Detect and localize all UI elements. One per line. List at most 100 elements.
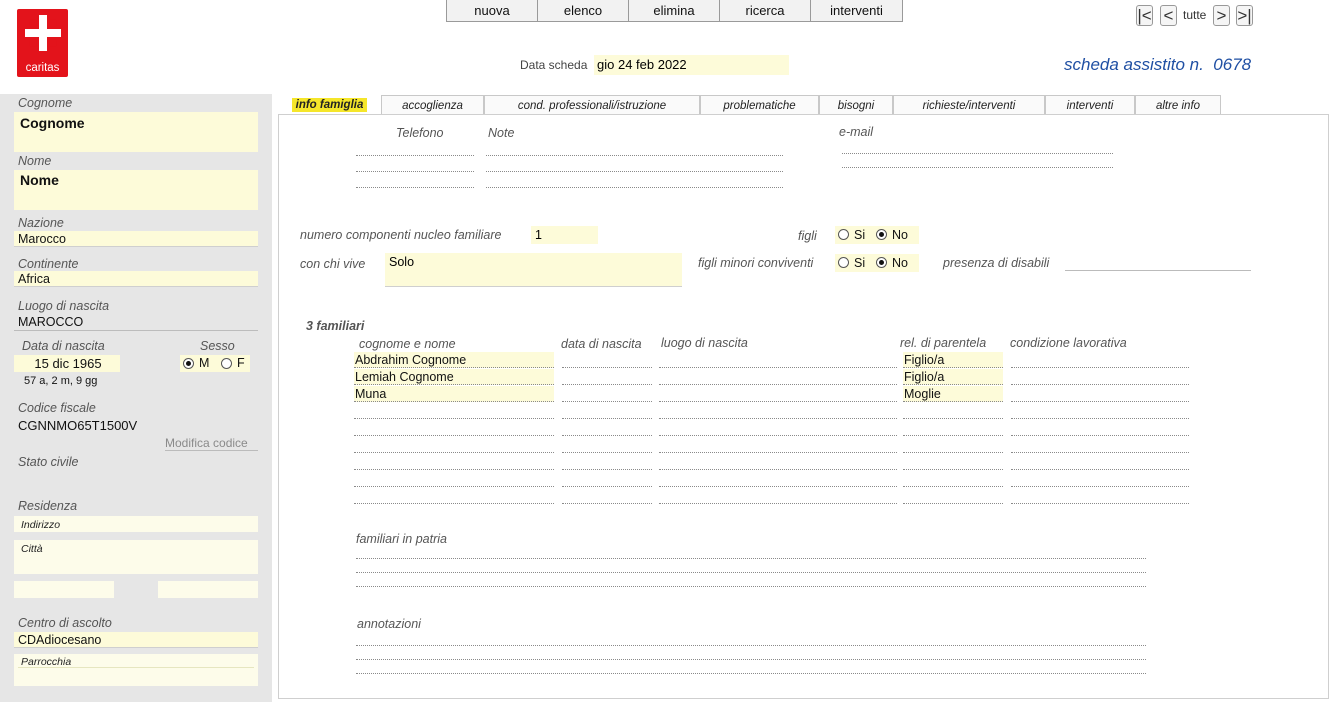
centro-ascolto-field[interactable]: CDAdiocesano — [14, 632, 258, 648]
familiare-luogo-nascita-cell[interactable] — [659, 403, 897, 419]
sesso-m-radio[interactable] — [183, 358, 194, 369]
familiare-data-nascita-cell[interactable] — [562, 488, 652, 504]
elimina-button[interactable]: elimina — [629, 0, 720, 21]
luogo-nascita-field[interactable]: MAROCCO — [14, 314, 258, 331]
disabili-field[interactable] — [1065, 270, 1251, 271]
familiare-condizione-lavorativa-cell[interactable] — [1011, 437, 1189, 453]
tab-altre-info[interactable]: altre info — [1135, 95, 1221, 115]
familiare-data-nascita-cell[interactable] — [562, 352, 652, 368]
tab-richieste-interventi[interactable]: richieste/interventi — [893, 95, 1045, 115]
figli-minori-no-radio[interactable] — [876, 257, 887, 268]
familiare-condizione-lavorativa-cell[interactable] — [1011, 420, 1189, 436]
sesso-f-radio[interactable] — [221, 358, 232, 369]
num-componenti-field[interactable]: 1 — [531, 226, 598, 244]
prev-record-button[interactable]: < — [1160, 5, 1177, 26]
note-field-3[interactable] — [486, 187, 783, 188]
codice-fiscale-field[interactable]: CGNNMO65T1500V — [18, 418, 137, 433]
last-record-button[interactable]: >| — [1236, 5, 1253, 26]
provincia-field[interactable] — [158, 581, 258, 598]
familiare-cognome-nome-cell[interactable] — [354, 403, 554, 419]
familiare-cognome-nome-cell[interactable]: Abdrahim Cognome — [354, 352, 554, 368]
familiare-cognome-nome-cell[interactable] — [354, 420, 554, 436]
email-field-2[interactable] — [842, 167, 1113, 168]
familiare-data-nascita-cell[interactable] — [562, 369, 652, 385]
familiare-data-nascita-cell[interactable] — [562, 403, 652, 419]
tab-cond-professionali[interactable]: cond. professionali/istruzione — [484, 95, 700, 115]
familiare-data-nascita-cell[interactable] — [562, 386, 652, 402]
familiare-rel-parentela-cell[interactable] — [903, 471, 1003, 487]
elenco-button[interactable]: elenco — [538, 0, 629, 21]
familiare-condizione-lavorativa-cell[interactable] — [1011, 386, 1189, 402]
nazione-field[interactable]: Marocco — [14, 231, 258, 247]
annotazioni-field-3[interactable] — [356, 673, 1146, 674]
ricerca-button[interactable]: ricerca — [720, 0, 811, 21]
familiare-luogo-nascita-cell[interactable] — [659, 352, 897, 368]
familiare-data-nascita-cell[interactable] — [562, 454, 652, 470]
familiare-rel-parentela-cell[interactable] — [903, 488, 1003, 504]
annotazioni-field-1[interactable] — [356, 645, 1146, 646]
note-field-1[interactable] — [486, 155, 783, 156]
telefono-field-3[interactable] — [356, 187, 474, 188]
tab-interventi[interactable]: interventi — [1045, 95, 1135, 115]
figli-no-radio[interactable] — [876, 229, 887, 240]
familiare-data-nascita-cell[interactable] — [562, 437, 652, 453]
familiare-cognome-nome-cell[interactable] — [354, 454, 554, 470]
familiare-data-nascita-cell[interactable] — [562, 471, 652, 487]
citta-field[interactable]: Città — [21, 543, 43, 555]
familiare-condizione-lavorativa-cell[interactable] — [1011, 403, 1189, 419]
familiare-condizione-lavorativa-cell[interactable] — [1011, 454, 1189, 470]
date-field[interactable]: gio 24 feb 2022 — [594, 55, 789, 75]
tab-bisogni[interactable]: bisogni — [819, 95, 893, 115]
familiari-patria-field-3[interactable] — [356, 586, 1146, 587]
email-field-1[interactable] — [842, 153, 1113, 154]
familiare-rel-parentela-cell[interactable] — [903, 437, 1003, 453]
familiare-rel-parentela-cell[interactable]: Figlio/a — [903, 352, 1003, 368]
modifica-codice-link[interactable]: Modifica codice — [165, 436, 258, 451]
familiare-luogo-nascita-cell[interactable] — [659, 437, 897, 453]
con-chi-vive-field[interactable]: Solo — [385, 253, 682, 287]
familiare-luogo-nascita-cell[interactable] — [659, 386, 897, 402]
tab-problematiche[interactable]: problematiche — [700, 95, 819, 115]
nuova-button[interactable]: nuova — [447, 0, 538, 21]
familiare-condizione-lavorativa-cell[interactable] — [1011, 352, 1189, 368]
familiare-rel-parentela-cell[interactable]: Moglie — [903, 386, 1003, 402]
familiare-cognome-nome-cell[interactable]: Muna — [354, 386, 554, 402]
num-componenti-label: numero componenti nucleo familiare — [300, 228, 502, 242]
next-record-button[interactable]: > — [1213, 5, 1230, 26]
familiare-condizione-lavorativa-cell[interactable] — [1011, 369, 1189, 385]
cap-field[interactable] — [14, 581, 114, 598]
familiare-rel-parentela-cell[interactable] — [903, 403, 1003, 419]
familiari-patria-field-2[interactable] — [356, 572, 1146, 573]
familiare-rel-parentela-cell[interactable] — [903, 454, 1003, 470]
familiare-cognome-nome-cell[interactable] — [354, 488, 554, 504]
nome-field[interactable]: Nome — [14, 170, 258, 210]
familiare-luogo-nascita-cell[interactable] — [659, 369, 897, 385]
tab-accoglienza[interactable]: accoglienza — [381, 95, 484, 115]
interventi-button[interactable]: interventi — [811, 0, 902, 21]
familiare-rel-parentela-cell[interactable]: Figlio/a — [903, 369, 1003, 385]
familiare-rel-parentela-cell[interactable] — [903, 420, 1003, 436]
familiare-cognome-nome-cell[interactable]: Lemiah Cognome — [354, 369, 554, 385]
figli-minori-si-radio[interactable] — [838, 257, 849, 268]
familiare-condizione-lavorativa-cell[interactable] — [1011, 471, 1189, 487]
telefono-field-2[interactable] — [356, 171, 474, 172]
familiare-luogo-nascita-cell[interactable] — [659, 471, 897, 487]
telefono-field-1[interactable] — [356, 155, 474, 156]
first-record-button[interactable]: |< — [1136, 5, 1153, 26]
tab-info-famiglia[interactable]: info famiglia — [278, 95, 381, 115]
figli-si-radio[interactable] — [838, 229, 849, 240]
familiare-cognome-nome-cell[interactable] — [354, 471, 554, 487]
familiare-luogo-nascita-cell[interactable] — [659, 488, 897, 504]
annotazioni-field-2[interactable] — [356, 659, 1146, 660]
familiare-data-nascita-cell[interactable] — [562, 420, 652, 436]
cognome-field[interactable]: Cognome — [14, 112, 258, 152]
note-field-2[interactable] — [486, 171, 783, 172]
familiare-luogo-nascita-cell[interactable] — [659, 454, 897, 470]
familiare-luogo-nascita-cell[interactable] — [659, 420, 897, 436]
familiare-cognome-nome-cell[interactable] — [354, 437, 554, 453]
data-nascita-field[interactable]: 15 dic 1965 — [14, 355, 120, 372]
familiare-condizione-lavorativa-cell[interactable] — [1011, 488, 1189, 504]
familiari-patria-field-1[interactable] — [356, 558, 1146, 559]
indirizzo-field[interactable]: Indirizzo — [21, 519, 60, 531]
continente-field[interactable]: Africa — [14, 271, 258, 287]
